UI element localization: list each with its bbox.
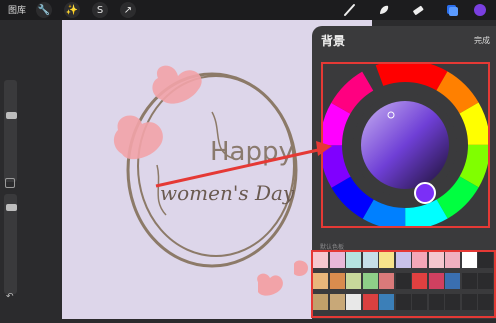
heart-bottom-right	[294, 260, 308, 276]
done-button[interactable]: 完成	[474, 35, 490, 46]
heart-top	[152, 65, 202, 104]
top-toolbar: 图库 🔧 ✨ S ↗	[0, 0, 496, 20]
opacity-thumb[interactable]	[6, 204, 17, 211]
heart-bottom	[257, 273, 283, 296]
brush-icon[interactable]	[342, 2, 358, 18]
magic-wand-icon[interactable]: ✨	[64, 2, 80, 18]
transform-arrow-icon[interactable]: ↗	[120, 2, 136, 18]
brush-size-thumb[interactable]	[6, 112, 17, 119]
selection-icon[interactable]: S	[92, 2, 108, 18]
modify-button[interactable]	[5, 178, 15, 188]
brush-size-slider[interactable]	[4, 80, 17, 182]
wrench-icon[interactable]: 🔧	[36, 2, 52, 18]
undo-icon[interactable]: ↶	[6, 292, 14, 302]
wheel-highlight-box	[321, 62, 490, 228]
opacity-slider[interactable]	[4, 194, 17, 294]
smudge-icon[interactable]	[376, 2, 392, 18]
happy-text: Happy	[210, 137, 294, 167]
gallery-button[interactable]: 图库	[8, 3, 26, 16]
layers-icon[interactable]	[444, 2, 460, 18]
womens-day-text: women's Day	[160, 181, 295, 205]
palette-highlight-box	[311, 250, 496, 318]
eraser-icon[interactable]	[410, 2, 426, 18]
panel-title: 背景	[321, 34, 346, 48]
heart-left	[113, 115, 163, 160]
left-sidebar: ↶	[0, 20, 22, 319]
color-dot-icon[interactable]	[472, 2, 488, 18]
